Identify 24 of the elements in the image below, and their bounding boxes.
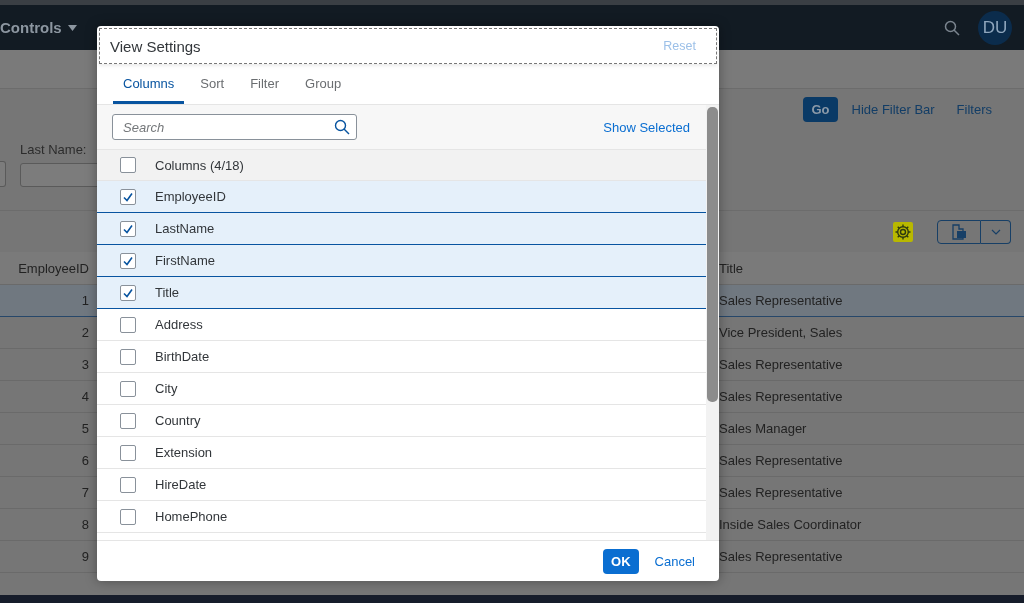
column-name: FirstName xyxy=(155,253,215,268)
table-cell: Sales Representative xyxy=(719,285,1024,317)
column-name: EmployeeID xyxy=(155,189,226,204)
field-label: Last Name: xyxy=(20,142,88,157)
column-name: City xyxy=(155,381,178,396)
table-cell: Sales Representative xyxy=(719,477,1024,509)
column-name: Address xyxy=(155,317,203,332)
table-cell: Sales Representative xyxy=(719,541,1024,573)
column-name: LastName xyxy=(155,221,215,236)
column-name: Country xyxy=(155,413,201,428)
table-cell: 1 xyxy=(0,285,97,317)
column-name: Title xyxy=(155,285,180,300)
column-name: HireDate xyxy=(155,477,207,492)
column-name: HomePhone xyxy=(155,509,228,524)
table-cell: Sales Representative xyxy=(719,381,1024,413)
column-name: BirthDate xyxy=(155,349,210,364)
table-cell: Sales Representative xyxy=(719,349,1024,381)
dialog-title: View Settings xyxy=(110,37,201,55)
table-cell: Sales Representative xyxy=(719,445,1024,477)
table-cell: Vice President, Sales xyxy=(719,317,1024,349)
list-header: Columns (4/18) xyxy=(155,157,244,173)
table-cell: Sales Manager xyxy=(719,413,1024,445)
table-cell: Inside Sales Coordinator xyxy=(719,509,1024,541)
column-name: Extension xyxy=(155,445,213,460)
